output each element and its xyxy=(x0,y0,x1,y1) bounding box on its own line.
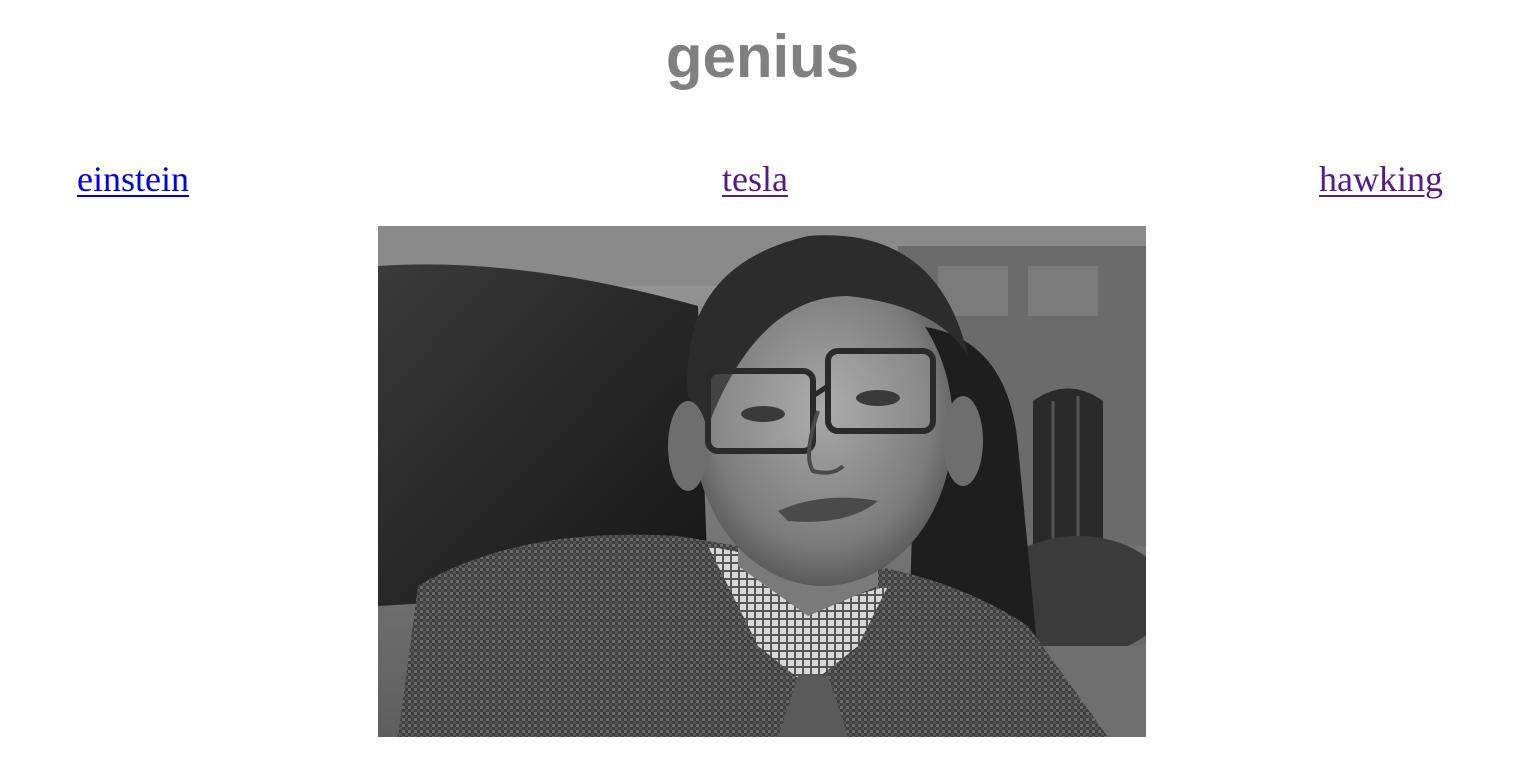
page-title: genius xyxy=(665,23,860,90)
link-einstein[interactable]: einstein xyxy=(77,158,189,200)
hawking-photo xyxy=(378,226,1146,737)
link-hawking[interactable]: hawking xyxy=(1319,158,1443,200)
link-tesla[interactable]: tesla xyxy=(722,158,788,200)
